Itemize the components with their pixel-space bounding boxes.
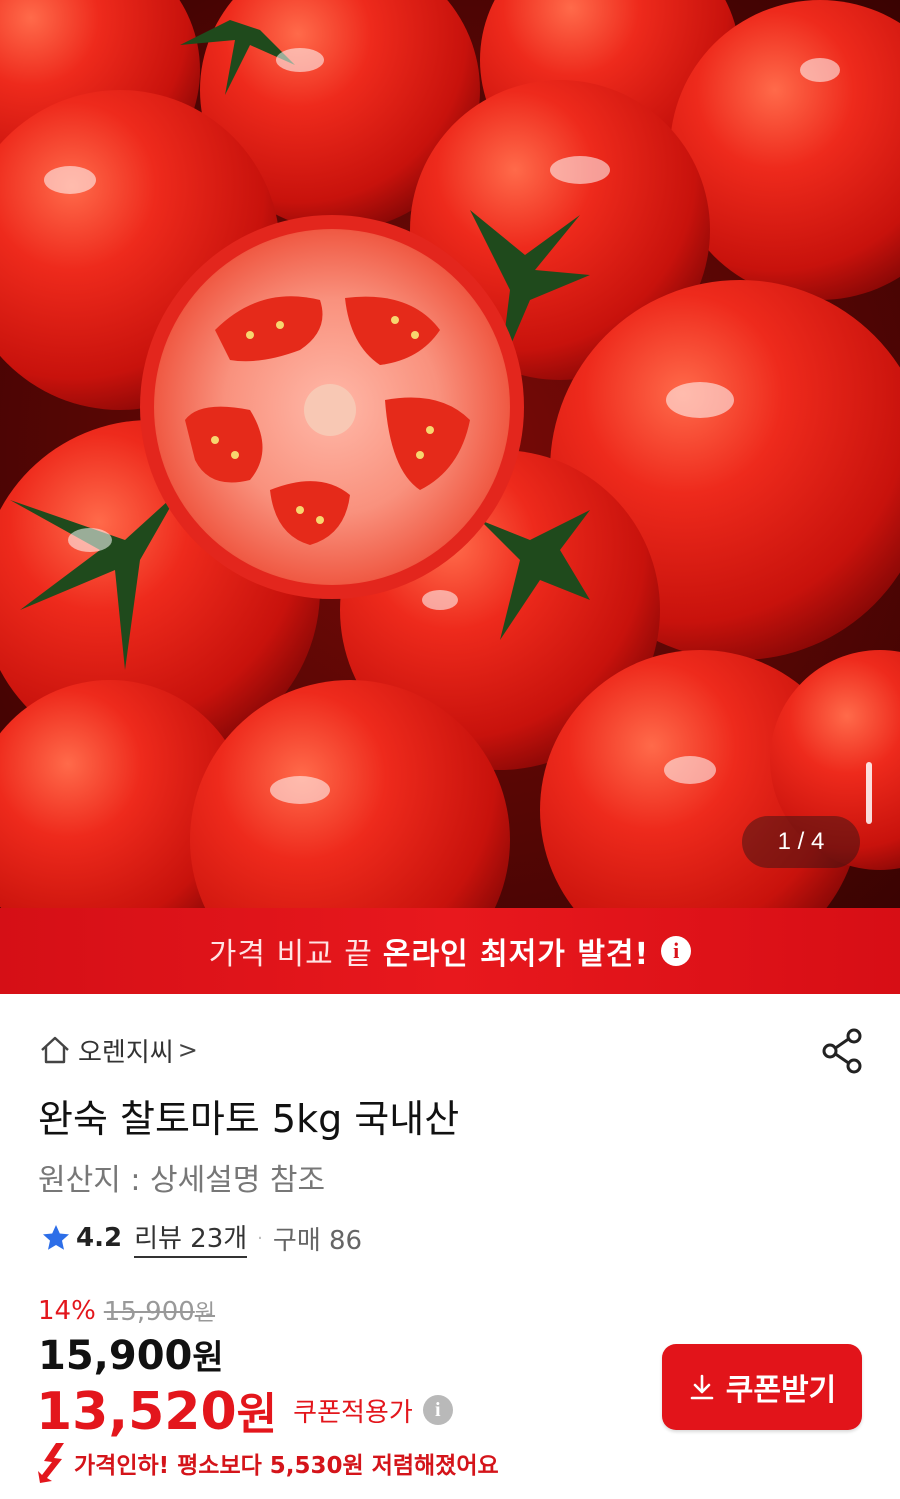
home-icon	[41, 1036, 69, 1064]
store-link[interactable]: 오렌지씨 >	[38, 1030, 198, 1070]
rating-value: 4.2	[76, 1223, 123, 1253]
coupon-price: 13,520원	[36, 1378, 277, 1442]
product-title: 완숙 찰토마토 5kg 국내산	[38, 1097, 460, 1141]
info-icon[interactable]: i	[422, 1395, 453, 1425]
get-coupon-label: 쿠폰받기	[725, 1373, 837, 1408]
product-image-gallery[interactable]: 1 / 4	[0, 0, 900, 908]
discount-row: 14% 15,900원	[38, 1294, 215, 1328]
share-icon[interactable]	[818, 1026, 868, 1076]
coupon-price-label: 쿠폰적용가	[293, 1397, 413, 1428]
download-icon	[690, 1374, 714, 1400]
tomato-photo	[0, 0, 900, 908]
discount-rate: 14%	[38, 1296, 96, 1326]
price-down-arrow-icon	[38, 1443, 64, 1483]
rating-row: 4.2 리뷰 23개 · 구매 86	[40, 1218, 362, 1258]
review-count-link[interactable]: 리뷰 23개	[134, 1218, 248, 1258]
original-price-unit: 원	[194, 1301, 216, 1326]
store-name: 오렌지씨	[78, 1037, 174, 1068]
sale-price-value: 15,900	[38, 1333, 193, 1379]
coupon-price-row: 13,520원 쿠폰적용가 i	[36, 1378, 453, 1442]
info-icon[interactable]: i	[661, 936, 692, 966]
price-drop-notice: 가격인하! 평소보다 5,530원 저렴해졌어요	[36, 1440, 499, 1486]
original-price: 15,900원	[104, 1295, 215, 1327]
coupon-price-unit: 원	[236, 1389, 278, 1440]
image-pager: 1 / 4	[742, 816, 860, 868]
coupon-price-value: 13,520	[36, 1382, 237, 1442]
chevron-right-icon: >	[177, 1036, 198, 1064]
banner-light-text: 가격 비교 끝	[208, 937, 373, 972]
product-origin: 원산지 : 상세설명 참조	[38, 1163, 326, 1198]
cut-tomato	[140, 215, 524, 599]
separator-dot: ·	[257, 1227, 263, 1249]
get-coupon-button[interactable]: 쿠폰받기	[662, 1344, 862, 1430]
banner-bold-text: 온라인 최저가 발견!	[382, 937, 650, 972]
sale-price-unit: 원	[192, 1338, 224, 1378]
scroll-indicator	[866, 762, 872, 824]
price-drop-text: 가격인하! 평소보다 5,530원 저렴해졌어요	[74, 1453, 499, 1479]
sale-price: 15,900원	[38, 1330, 224, 1379]
star-icon	[43, 1225, 69, 1250]
lowest-price-banner[interactable]: 가격 비교 끝 온라인 최저가 발견! i	[0, 908, 900, 994]
purchase-count: 구매 86	[272, 1225, 363, 1256]
original-price-value: 15,900	[103, 1297, 195, 1327]
